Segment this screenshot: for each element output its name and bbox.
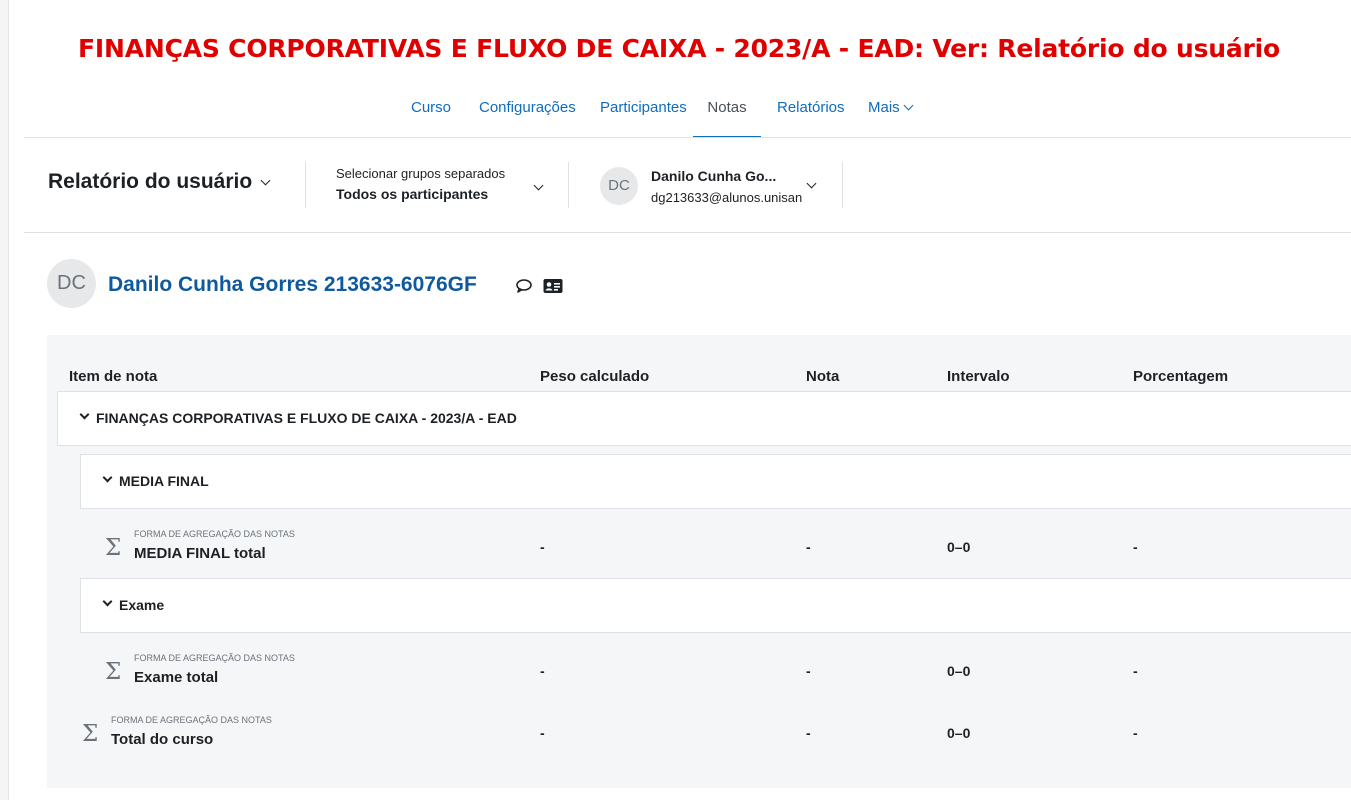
tertiary-navigation: Relatório do usuário Selecionar grupos s… (24, 150, 1351, 232)
sigma-icon: Σ (105, 535, 122, 561)
tab-relatorios[interactable]: Relatórios (777, 88, 845, 136)
category-row-media-final[interactable]: MEDIA FINAL (80, 454, 1351, 509)
cell-weight: - (540, 663, 545, 679)
cell-weight: - (540, 539, 545, 555)
id-card-icon[interactable] (543, 278, 563, 299)
category-name: FINANÇAS CORPORATIVAS E FLUXO DE CAIXA -… (96, 410, 517, 426)
cell-percentage: - (1133, 539, 1138, 555)
category-row-exame[interactable]: Exame (80, 578, 1351, 633)
tab-participantes[interactable]: Participantes (600, 88, 687, 136)
chevron-down-icon (806, 178, 817, 189)
cell-grade: - (806, 663, 811, 679)
tab-curso[interactable]: Curso (411, 88, 451, 136)
user-selector-name: Danilo Cunha Go... (651, 168, 777, 184)
group-selector-label: Selecionar grupos separados (336, 166, 506, 181)
divider (842, 162, 843, 208)
chevron-down-icon (903, 100, 914, 111)
cell-percentage: - (1133, 725, 1138, 741)
grade-item-name: Exame total (134, 669, 219, 686)
tab-mais-label: Mais (868, 99, 900, 116)
column-header-range: Intervalo (947, 368, 1010, 385)
user-selector-email: dg213633@alunos.unisan (651, 190, 803, 205)
chevron-down-icon (102, 596, 113, 607)
group-selector-value: Todos os participantes (336, 186, 489, 202)
user-report-table: Item de nota Peso calculado Nota Interva… (47, 335, 1351, 788)
cell-grade: - (806, 725, 811, 741)
cell-range: 0–0 (947, 539, 971, 555)
grade-item-name: Total do curso (111, 731, 214, 748)
tab-mais[interactable]: Mais (868, 88, 914, 136)
divider (305, 162, 306, 208)
course-category-row[interactable]: FINANÇAS CORPORATIVAS E FLUXO DE CAIXA -… (57, 391, 1351, 446)
divider (568, 162, 569, 208)
column-header-grade: Nota (806, 368, 840, 385)
group-selector[interactable]: Selecionar grupos separados Todos os par… (336, 166, 544, 202)
nav-divider (24, 137, 1351, 138)
sigma-icon: Σ (105, 659, 122, 685)
tertiary-divider (24, 232, 1351, 233)
cell-percentage: - (1133, 663, 1138, 679)
column-header-weight: Peso calculado (540, 368, 650, 385)
category-name: Exame (119, 597, 165, 613)
avatar: DC (600, 167, 638, 205)
column-header-percentage: Porcentagem (1133, 368, 1229, 385)
tab-configuracoes[interactable]: Configurações (479, 88, 576, 136)
report-selector-label: Relatório do usuário (48, 170, 253, 193)
aggregation-label: FORMA DE AGREGAÇÃO DAS NOTAS (134, 529, 295, 539)
aggregation-label: FORMA DE AGREGAÇÃO DAS NOTAS (134, 653, 295, 663)
page-title: FINANÇAS CORPORATIVAS E FLUXO DE CAIXA -… (78, 34, 1281, 63)
secondary-navigation: Curso Configurações Participantes Notas … (0, 88, 1351, 138)
chevron-down-icon (79, 409, 90, 420)
message-icon[interactable] (515, 278, 533, 299)
sigma-icon: Σ (82, 721, 99, 747)
column-header-item: Item de nota (69, 368, 158, 385)
category-name: MEDIA FINAL (119, 473, 209, 489)
table-row-course-total: Σ FORMA DE AGREGAÇÃO DAS NOTAS Total do … (47, 707, 1351, 767)
report-selector[interactable]: Relatório do usuário (48, 170, 271, 194)
user-avatar: DC (47, 259, 96, 308)
cell-range: 0–0 (947, 725, 971, 741)
tab-notas[interactable]: Notas (693, 88, 761, 138)
chevron-down-icon (102, 472, 113, 483)
aggregation-label: FORMA DE AGREGAÇÃO DAS NOTAS (111, 715, 272, 725)
chevron-down-icon (260, 175, 271, 186)
table-row-exame-total: Σ FORMA DE AGREGAÇÃO DAS NOTAS Exame tot… (47, 645, 1351, 705)
chevron-down-icon (533, 180, 544, 191)
cell-weight: - (540, 725, 545, 741)
user-fullname-link[interactable]: Danilo Cunha Gorres 213633-6076GF (108, 273, 477, 297)
cell-grade: - (806, 539, 811, 555)
grade-item-name: MEDIA FINAL total (134, 545, 266, 562)
table-row-media-final-total: Σ FORMA DE AGREGAÇÃO DAS NOTAS MEDIA FIN… (47, 521, 1351, 581)
cell-range: 0–0 (947, 663, 971, 679)
